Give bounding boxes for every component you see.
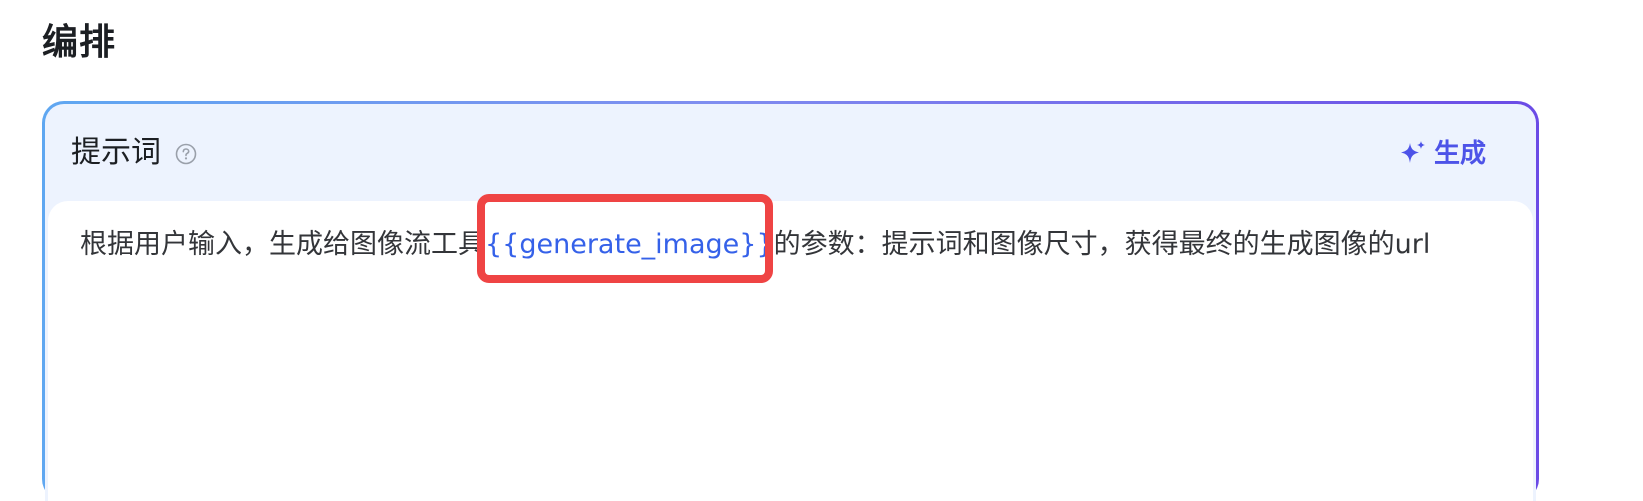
prompt-card-body: 提示词 生成 根据用户输入，生成给图像流工具{{generate_image}}… [45, 104, 1536, 501]
generate-button[interactable]: 生成 [1398, 134, 1486, 174]
section-title: 编排 [42, 22, 117, 63]
prompt-text-before: 根据用户输入，生成给图像流工具 [80, 229, 485, 260]
prompt-variable[interactable]: {{generate_image}} [485, 229, 774, 260]
prompt-text-after: 的参数：提示词和图像尺寸，获得最终的生成图像的url [773, 229, 1431, 260]
prompt-card-header: 提示词 生成 [45, 104, 1536, 201]
prompt-card: 提示词 生成 根据用户输入，生成给图像流工具{{generate_image}}… [42, 101, 1539, 501]
question-circle-icon[interactable] [175, 143, 197, 165]
prompt-editor[interactable]: 根据用户输入，生成给图像流工具{{generate_image}}的参数：提示词… [48, 201, 1533, 501]
sparkle-icon [1398, 139, 1428, 169]
prompt-editor-text[interactable]: 根据用户输入，生成给图像流工具{{generate_image}}的参数：提示词… [80, 225, 1430, 265]
prompt-title: 提示词 [71, 135, 161, 170]
generate-button-label: 生成 [1433, 139, 1486, 169]
